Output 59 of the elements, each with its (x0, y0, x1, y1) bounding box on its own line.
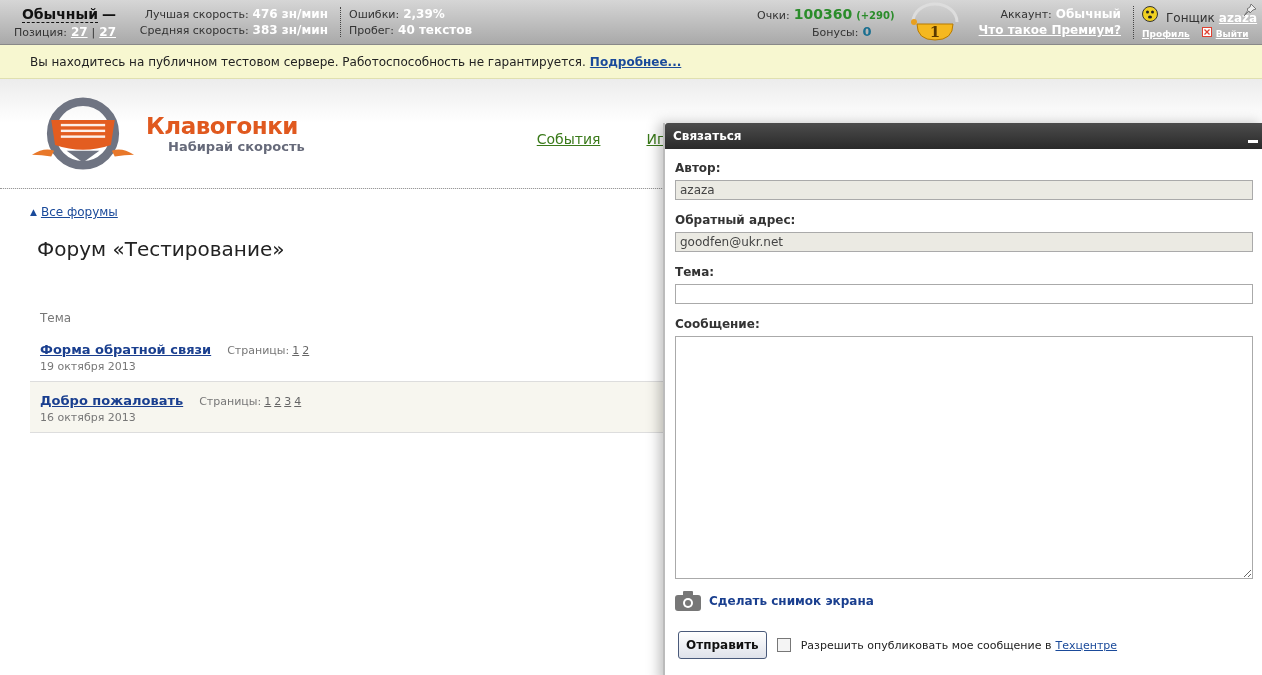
close-icon[interactable] (1201, 26, 1212, 37)
page-link[interactable]: 2 (274, 395, 282, 408)
mileage-value: 40 текстов (398, 23, 473, 37)
account-label: Аккаунт: (1000, 8, 1052, 21)
input-field[interactable] (675, 284, 1253, 304)
bonus-value: 0 (862, 23, 872, 39)
mode-label[interactable]: Обычный (21, 5, 98, 23)
more-link[interactable]: Подробнее... (589, 54, 682, 69)
logo-tagline: Набирай скорость (168, 139, 305, 154)
page-link[interactable]: 2 (302, 344, 310, 357)
topic-link[interactable]: Добро пожаловать (40, 393, 184, 408)
bonus-label: Бонусы: (812, 25, 859, 39)
all-forums-link[interactable]: Все форумы (40, 205, 118, 219)
nav-link[interactable]: События (536, 130, 601, 147)
pages-label: Страницы: (199, 395, 262, 408)
mileage-label: Пробег: (349, 24, 395, 37)
nav-link[interactable]: Иг (646, 130, 665, 147)
errors-label: Ошибки: (349, 8, 400, 21)
topic-date: 16 октября 2013 (40, 411, 137, 424)
screenshot-link[interactable]: Сделать снимок экрана (709, 594, 874, 608)
camera-icon[interactable] (675, 591, 701, 611)
field-label: Сообщение: (675, 317, 761, 331)
topic-date: 19 октября 2013 (40, 360, 137, 373)
topic-link[interactable]: Форма обратной связи (40, 342, 212, 357)
arrow-text: ▲ (30, 207, 37, 217)
publish-checkbox[interactable] (776, 638, 791, 652)
page-link[interactable]: 3 (284, 395, 292, 408)
message-field[interactable] (675, 336, 1253, 579)
errors-value: 2,39% (403, 7, 445, 21)
dialog-title: Связаться (673, 129, 742, 143)
send-button[interactable]: Отправить (678, 631, 767, 659)
page-link[interactable]: 1 (264, 395, 272, 408)
pin-icon[interactable] (1243, 3, 1257, 17)
position-label: Позиция: (13, 25, 67, 39)
help-center-link[interactable]: Техцентре (1055, 638, 1118, 652)
best-speed-label: Лучшая скорость: (144, 8, 249, 21)
points-value: 100360 (793, 5, 853, 22)
minimize-icon[interactable] (1248, 140, 1258, 144)
smiley-avatar-icon (1142, 5, 1158, 22)
page-link[interactable]: 4 (294, 395, 302, 408)
logo-name: Клавогонки (146, 113, 299, 139)
publish-label: Разрешить опубликовать мое сообщение в (800, 638, 1052, 652)
separator-text: | (91, 25, 96, 39)
pages-label: Страницы: (227, 344, 290, 357)
best-speed-value: 476 зн/мин (252, 7, 328, 21)
field-label: Тема: (675, 265, 716, 279)
forum-title: Форум «Тестирование» (37, 237, 286, 261)
notice-text: Вы находитесь на публичном тестовом сервере. Работоспособность не гарантируется. (30, 54, 586, 69)
dash-text: — (102, 5, 116, 22)
points-label: Очки: (757, 8, 790, 22)
account-value: Обычный (1055, 7, 1121, 21)
column-header: Тема (39, 311, 73, 325)
racer-label: Гонщик (1166, 10, 1215, 25)
points-delta: (+290) (856, 9, 895, 21)
field-label: Автор: (675, 161, 722, 175)
avg-speed-label: Средняя скорость: (139, 24, 249, 37)
avg-speed-value: 383 зн/мин (252, 23, 328, 37)
page-link[interactable]: 1 (292, 344, 300, 357)
field-label: Обратный адрес: (675, 213, 797, 227)
